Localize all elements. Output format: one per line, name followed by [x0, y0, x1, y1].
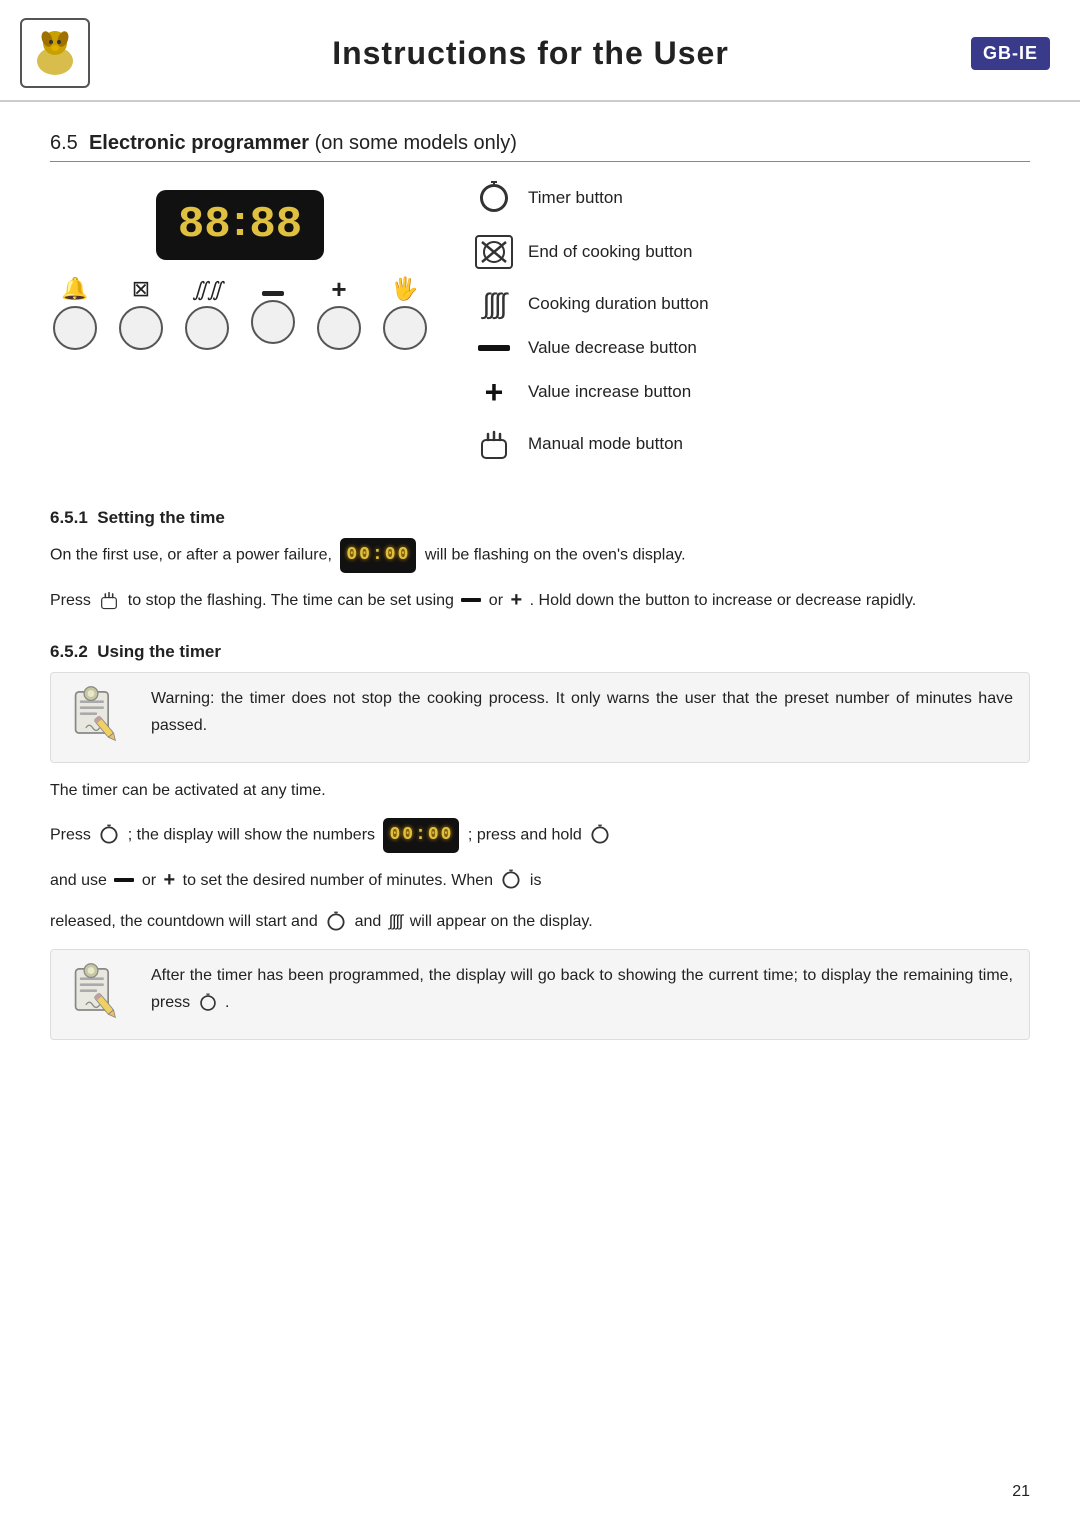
- page-title: Instructions for the User: [90, 35, 971, 72]
- logo-icon: [25, 23, 85, 83]
- plus-btn-circle: [317, 306, 361, 350]
- section-heading: 6.5 Electronic programmer (on some model…: [50, 132, 1030, 162]
- inline-minus-icon: [461, 598, 481, 602]
- inline-timer-icon-2: [589, 824, 611, 846]
- programmer-display-area: 88 : 88 🔔 ⊠ ∬∬: [50, 180, 430, 356]
- end-cooking-btn-diagram: ⊠: [119, 276, 163, 350]
- end-cooking-legend-label: End of cooking button: [528, 242, 692, 262]
- programmer-diagram: 88 : 88 🔔 ⊠ ∬∬: [50, 180, 1030, 480]
- inline-display-2: 00:00: [383, 818, 459, 853]
- inline-timer-icon-1: [98, 824, 120, 846]
- inline-display-1: 00:00: [340, 538, 416, 573]
- warning-box-2: After the timer has been programmed, the…: [50, 949, 1030, 1040]
- legend-manual: Manual mode button: [470, 426, 1030, 462]
- warning-icon-2: [67, 962, 137, 1027]
- para-651-1: On the first use, or after a power failu…: [50, 538, 1030, 573]
- oven-display: 88 : 88: [156, 190, 324, 260]
- inline-timer-icon-4: [325, 911, 347, 933]
- legend-timer: Timer button: [470, 180, 1030, 216]
- warning-box-1: Warning: the timer does not stop the coo…: [50, 672, 1030, 763]
- display-colon: :: [233, 196, 248, 246]
- subsection-651-title: Setting the time: [97, 508, 225, 527]
- subsection-651-heading: 6.5.1 Setting the time: [50, 508, 1030, 528]
- plus-btn-diagram: +: [317, 276, 361, 350]
- legend-end-cooking: End of cooking button: [470, 234, 1030, 270]
- subsection-652-heading: 6.5.2 Using the timer: [50, 642, 1030, 662]
- cooking-duration-legend-label: Cooking duration button: [528, 294, 709, 314]
- display-digit1: 88: [178, 200, 231, 250]
- display-digit2: 88: [249, 200, 302, 250]
- cooking-duration-btn-circle: [185, 306, 229, 350]
- minus-btn-diagram: [251, 283, 295, 344]
- page-header: Instructions for the User GB-IE: [0, 0, 1080, 102]
- manual-btn-circle: [383, 306, 427, 350]
- inline-plus-icon: +: [510, 590, 522, 610]
- minus-btn-circle: [251, 300, 295, 344]
- warning-text-2: After the timer has been programmed, the…: [151, 962, 1013, 1016]
- programmer-legend: Timer button End of cooking button ∫∫: [430, 180, 1030, 480]
- para-651-2: Press to stop the flashing. The time can…: [50, 587, 1030, 614]
- section-subtitle: (on some models only): [315, 132, 517, 154]
- section-title: Electronic programmer: [89, 132, 309, 154]
- subsection-651-number: 6.5.1: [50, 508, 88, 527]
- para-652-3: and use or + to set the desired number o…: [50, 867, 1030, 894]
- legend-increase: + Value increase button: [470, 376, 1030, 408]
- legend-decrease: Value decrease button: [470, 338, 1030, 358]
- brand-logo: [20, 18, 90, 88]
- inline-minus-icon-2: [114, 878, 134, 882]
- section-number: 6.5: [50, 132, 78, 154]
- subsection-652-number: 6.5.2: [50, 642, 88, 661]
- main-content: 6.5 Electronic programmer (on some model…: [0, 112, 1080, 1094]
- inline-duration-icon-1: ∫∫∫∫: [389, 908, 403, 935]
- manual-legend-label: Manual mode button: [528, 434, 683, 454]
- warning-text-1: Warning: the timer does not stop the coo…: [151, 685, 1013, 739]
- increase-legend-label: Value increase button: [528, 382, 691, 402]
- page-number: 21: [1012, 1483, 1030, 1501]
- cooking-duration-legend-icon: ∫∫∫∫: [470, 288, 518, 320]
- timer-btn-diagram: 🔔: [53, 276, 97, 350]
- manual-legend-icon: [470, 426, 518, 462]
- increase-legend-icon: +: [470, 376, 518, 408]
- timer-legend-icon: [470, 180, 518, 216]
- decrease-legend-icon: [470, 345, 518, 351]
- inline-plus-icon-2: +: [164, 870, 176, 890]
- decrease-legend-label: Value decrease button: [528, 338, 697, 358]
- timer-legend-label: Timer button: [528, 188, 623, 208]
- cooking-duration-btn-diagram: ∬∬: [185, 277, 229, 350]
- timer-btn-circle: [53, 306, 97, 350]
- manual-btn-diagram: 🖐: [383, 276, 427, 350]
- end-cooking-btn-circle: [119, 306, 163, 350]
- para-652-2: Press ; the display will show the number…: [50, 818, 1030, 853]
- inline-manual-icon: [98, 589, 120, 611]
- warning-icon-1: [67, 685, 137, 750]
- para-652-1: The timer can be activated at any time.: [50, 777, 1030, 804]
- subsection-652-title: Using the timer: [97, 642, 221, 661]
- inline-timer-icon-5: [198, 993, 218, 1013]
- para-652-4: released, the countdown will start and a…: [50, 908, 1030, 935]
- programmer-buttons: 🔔 ⊠ ∬∬: [53, 276, 427, 350]
- legend-cooking-duration: ∫∫∫∫ Cooking duration button: [470, 288, 1030, 320]
- inline-timer-icon-3: [500, 869, 522, 891]
- end-cooking-legend-icon: [470, 234, 518, 270]
- language-badge: GB-IE: [971, 37, 1050, 70]
